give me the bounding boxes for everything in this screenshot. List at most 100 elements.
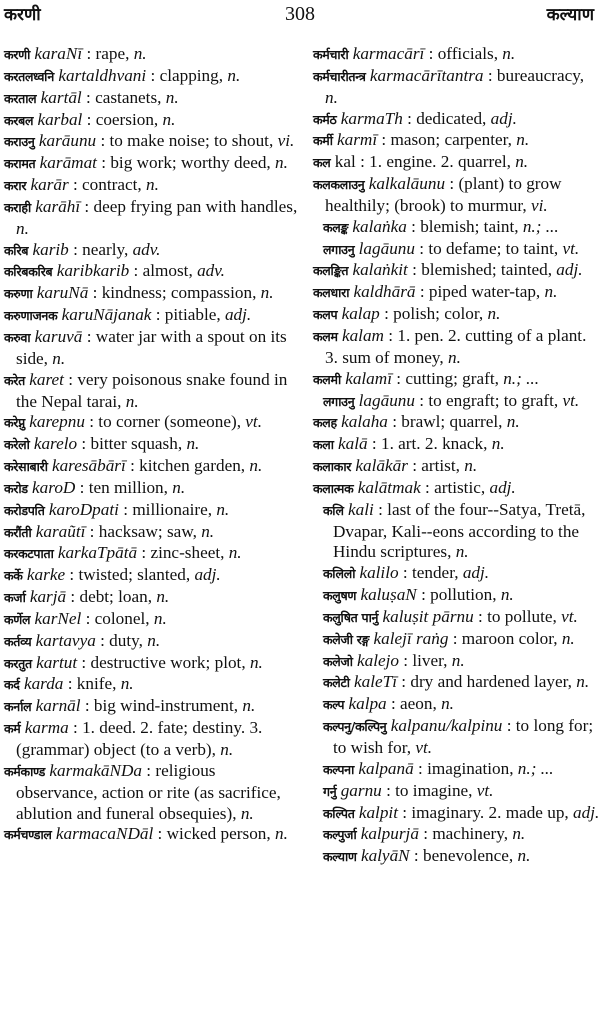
headword: करामत <box>4 156 36 172</box>
dictionary-entry: कर्तव्य kartavya : duty, n. <box>4 630 161 650</box>
transliteration: kalākār <box>355 456 408 476</box>
headword: लगाउनु <box>323 393 355 409</box>
headword: कल्प <box>323 697 345 713</box>
dictionary-entry: कलमी kalamī : cutting; graft, n.; ... <box>313 368 540 388</box>
headword: कलेटी <box>323 675 350 691</box>
part-of-speech: n. <box>16 218 29 238</box>
running-head: करणी 308 कल्याण <box>0 2 600 28</box>
gloss: duty, <box>109 630 143 650</box>
gloss: kitchen garden, <box>139 456 246 476</box>
dictionary-entry: करेप्नु karepnu : to corner (someone), v… <box>4 412 262 432</box>
dictionary-entry: कर्मी karmī : mason; carpenter, n. <box>313 130 530 150</box>
dictionary-entry: कल्याण kalyāN : benevolence, n. <box>323 846 531 866</box>
transliteration: karepnu <box>29 412 85 432</box>
gloss: to engraft; to graft, <box>428 390 559 410</box>
gloss: nearly, <box>82 239 129 259</box>
gloss: twisted; slanted, <box>78 565 191 585</box>
gloss: machinery, <box>432 824 509 844</box>
part-of-speech: n. <box>242 696 256 716</box>
gloss: 1. art. 2. knack, <box>380 434 488 454</box>
transliteration: karmacārī <box>352 44 425 63</box>
gloss: kindness; compassion, <box>101 283 257 303</box>
dictionary-entry: कलेटी kaleTī : dry and hardened layer, n… <box>323 672 590 692</box>
dictionary-entry: कर्मचण्डाल karmacaNDāl : wicked person, … <box>4 824 288 844</box>
headword: कलमी <box>313 371 341 387</box>
part-of-speech: adj. <box>573 802 600 822</box>
part-of-speech: n. <box>515 152 529 172</box>
headword: कलकलाउनु <box>313 177 365 193</box>
gloss: benevolence, <box>423 846 514 866</box>
headword: लगाउनु <box>323 241 355 257</box>
gloss: maroon color, <box>461 628 558 648</box>
gloss: liver, <box>412 650 448 670</box>
gloss: big wind-instrument, <box>93 696 239 716</box>
part-of-speech: n. <box>491 434 505 454</box>
dictionary-entry: करोडपति karoDpati : millionaire, n. <box>4 499 230 519</box>
transliteration: karaNī <box>34 44 83 63</box>
page-number: 308 <box>285 3 315 25</box>
gloss: cutting; graft, <box>405 368 499 388</box>
headword: करताल <box>4 90 37 106</box>
part-of-speech: n. <box>216 499 230 519</box>
dictionary-entry: करेत karet : very poisonous snake found … <box>4 369 288 411</box>
part-of-speech: n. <box>464 456 478 476</box>
transliteration: karmacaNDāl <box>55 824 154 844</box>
gloss: debt; loan, <box>79 587 153 607</box>
headword: कलङ्क <box>323 219 349 235</box>
dictionary-entry: कराही karāhī : deep frying pan with hand… <box>4 196 298 238</box>
headword: कल्पनु/कल्पिनु <box>323 719 387 735</box>
part-of-speech: adv. <box>197 261 225 281</box>
headword: कर्म <box>4 721 21 737</box>
gloss: castanets, <box>95 87 162 107</box>
gloss: millionaire, <box>132 499 213 519</box>
transliteration: karet <box>29 369 64 389</box>
headword: करोड <box>4 480 28 496</box>
part-of-speech: vi. <box>531 195 548 215</box>
dictionary-entry: कलि kali : last of the four--Satya, Tret… <box>323 499 586 562</box>
headword: कर्मचण्डाल <box>4 827 52 843</box>
headword: कर्मी <box>313 133 333 149</box>
transliteration: lagāunu <box>358 390 415 410</box>
dictionary-entry: कलङ्क kalaṅka : blemish; taint, n.; ... <box>323 216 559 236</box>
transliteration: kaldhārā <box>353 282 416 302</box>
gloss: destructive work; plot, <box>90 652 246 672</box>
headword: करोडपति <box>4 502 45 518</box>
part-of-speech: n. <box>260 283 274 303</box>
dictionary-entry: कलाकार kalākār : artist, n. <box>313 456 478 476</box>
part-of-speech: n. <box>52 348 66 368</box>
gloss: wicked person, <box>166 824 271 844</box>
part-of-speech: n.; ... <box>522 216 559 236</box>
transliteration: karāmat <box>39 153 97 173</box>
headword: कला <box>313 437 334 453</box>
dictionary-entry: लगाउनु lagāunu : to defame; to taint, vt… <box>323 238 580 258</box>
headword: करबल <box>4 112 34 128</box>
headword: करिबकरिब <box>4 264 53 280</box>
headword: करेलो <box>4 437 30 453</box>
headword: करतुत <box>4 655 32 671</box>
part-of-speech: vi. <box>277 131 295 151</box>
transliteration: karjā <box>29 587 67 607</box>
gloss: deep frying pan with handles, <box>93 196 298 216</box>
dictionary-entry: गर्नु garnu : to imagine, vt. <box>323 780 494 800</box>
gloss: to make noise; to shout, <box>109 131 274 151</box>
dictionary-entry: कलकलाउनु kalkalāunu : (plant) to grow he… <box>313 174 562 215</box>
dictionary-entry: करिबकरिब karibkarib : almost, adv. <box>4 261 225 281</box>
headword: कर्मचारीतन्त्र <box>313 68 366 84</box>
gloss: clapping, <box>159 65 224 85</box>
gloss: colonel, <box>94 608 150 628</box>
gloss: to defame; to taint, <box>428 238 559 258</box>
dictionary-entry: कलङ्कित kalaṅkit : blemished; tainted, a… <box>313 260 583 280</box>
headword: कर्के <box>4 568 23 584</box>
transliteration: karda <box>23 674 64 694</box>
dictionary-entry: लगाउनु lagāunu : to engraft; to graft, v… <box>323 390 580 410</box>
transliteration: karNel <box>34 608 82 628</box>
transliteration: kalamī <box>345 368 392 388</box>
gloss: pollution, <box>430 585 497 605</box>
headword: कल्पुर्जा <box>323 827 357 843</box>
transliteration: kartāl <box>40 87 82 107</box>
gloss: blemished; tainted, <box>421 260 552 280</box>
transliteration: kalaṅkit <box>352 260 408 280</box>
part-of-speech: n. <box>228 543 242 563</box>
transliteration: kalpurjā <box>360 824 419 844</box>
dictionary-entry: करबल karbal : coersion, n. <box>4 109 176 129</box>
